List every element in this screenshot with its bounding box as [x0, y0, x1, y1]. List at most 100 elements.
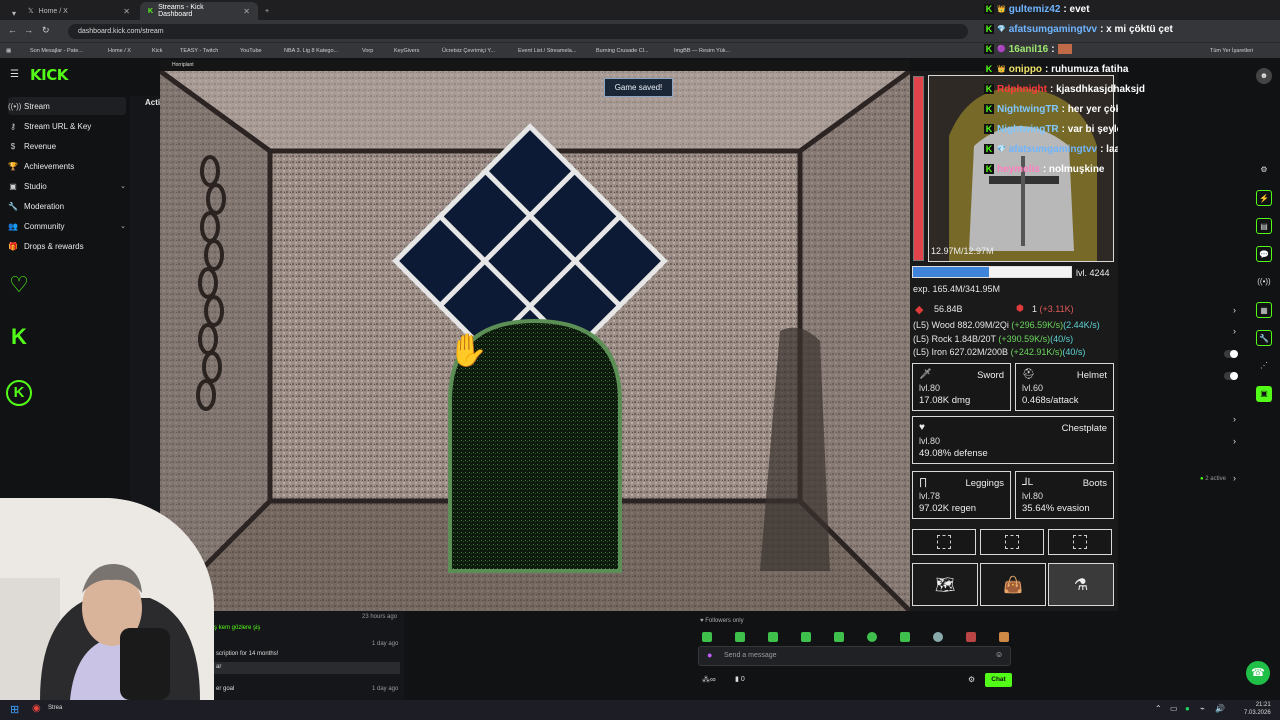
new-tab-button[interactable]: + — [260, 2, 274, 20]
emote-icon[interactable] — [933, 632, 943, 642]
chat-username[interactable]: gultemiz42 — [1009, 4, 1061, 15]
reload-icon[interactable]: ↻ — [42, 25, 50, 36]
bookmark-item[interactable]: KeyGivers — [394, 46, 419, 56]
volume-icon[interactable]: 🔊 — [1215, 704, 1225, 713]
chevron-right-icon[interactable]: › — [1233, 473, 1236, 483]
equip-helmet-card[interactable]: ⛑ Helmet lvl.60 0.468s/attack — [1015, 363, 1114, 411]
tab-home-x[interactable]: 𝕏 Home / X ✕ — [20, 2, 138, 20]
equip-chestplate-card[interactable]: ♥ Chestplate lvl.80 49.08% defense — [912, 416, 1114, 464]
sidebar-item-achievements[interactable]: 🏆 Achievements — [8, 157, 126, 175]
emote-icon[interactable] — [900, 632, 910, 642]
wrench-icon[interactable]: 🔧 — [1256, 330, 1272, 346]
emote-icon[interactable] — [801, 632, 811, 642]
sidebar-item-revenue[interactable]: $ Revenue — [8, 137, 126, 155]
apps-icon[interactable]: ▦ — [6, 46, 11, 56]
chat-username[interactable]: heymelis — [997, 164, 1040, 175]
sidebar-item-drops-rewards[interactable]: 🎁 Drops & rewards — [8, 237, 126, 255]
bookmark-item[interactable]: Kick — [152, 46, 162, 56]
emoji-icon[interactable]: ☺ — [995, 650, 1003, 659]
chat-username[interactable]: onippo — [1009, 64, 1042, 75]
kick-logo[interactable]: KICK — [30, 66, 68, 84]
close-icon[interactable]: ✕ — [243, 7, 250, 16]
bookmark-item[interactable]: Vorp — [362, 46, 373, 56]
kick-favicon-icon: K — [148, 7, 154, 15]
sidebar-item-moderation[interactable]: 🔧 Moderation — [8, 197, 126, 215]
sidebar-item-community[interactable]: 👥 Community ⌄ — [8, 217, 126, 235]
sidebar-item-stream[interactable]: ((•)) Stream — [8, 97, 126, 115]
avatar[interactable]: ☻ — [1256, 68, 1272, 84]
game-canvas[interactable]: ✋ — [160, 71, 910, 611]
emote-icon[interactable] — [768, 632, 778, 642]
emote-icon[interactable] — [834, 632, 844, 642]
sidebar-item-studio[interactable]: ▣ Studio ⌄ — [8, 177, 126, 195]
equip-sword-card[interactable]: 🗡 Sword lvl.80 17.08K dmg — [912, 363, 1011, 411]
close-icon[interactable]: ✕ — [123, 7, 130, 16]
tray-chevron-icon[interactable]: ⌃ — [1155, 704, 1162, 713]
equip-leggings-card[interactable]: ∏ Leggings lvl.78 97.02K regen — [912, 471, 1011, 519]
chat-bubble-icon[interactable]: 💬 — [1256, 246, 1272, 262]
gear-icon[interactable]: ⚙ — [968, 675, 975, 684]
chat-username[interactable]: 16anil16 — [1009, 44, 1048, 55]
share-icon[interactable]: ⋰ — [1256, 358, 1272, 374]
spotify-icon[interactable]: ● — [1185, 704, 1190, 713]
bookmark-item[interactable]: Burning Crusade Cl... — [596, 46, 649, 56]
green-plugin-icon[interactable]: ▣ — [1256, 386, 1272, 402]
bookmark-item[interactable]: YouTube — [240, 46, 262, 56]
sidebar-item-stream-url-key[interactable]: ⚷ Stream URL & Key — [8, 117, 126, 135]
chat-username[interactable]: NightwingTR — [997, 104, 1059, 115]
all-bookmarks[interactable]: Tüm Yer İşaretleri — [1210, 46, 1253, 56]
broadcast-icon: ((•)) — [8, 101, 22, 111]
chevron-right-icon[interactable]: › — [1233, 326, 1236, 336]
potion-button[interactable]: ⚗ — [1048, 563, 1114, 606]
chat-username[interactable]: afatsumgamingtvv — [1009, 24, 1097, 35]
chat-message-input[interactable]: Send a message — [698, 646, 1011, 666]
forward-icon[interactable]: → — [24, 25, 33, 35]
bookmark-item[interactable]: Ücretsiz Çevrimiçi Y... — [442, 46, 495, 56]
chevron-right-icon[interactable]: › — [1233, 414, 1236, 424]
hamburger-menu-icon[interactable]: ☰ — [10, 69, 19, 80]
empty-slot[interactable] — [980, 529, 1044, 555]
chat-username[interactable]: afatsumgamingtvv — [1009, 144, 1097, 155]
bookmark-item[interactable]: ImgBB — Resim Yük... — [674, 46, 730, 56]
chevron-right-icon[interactable]: › — [1233, 436, 1236, 446]
key-icon: ⚷ — [10, 121, 16, 131]
emote-icon[interactable] — [999, 632, 1009, 642]
emote-icon[interactable] — [735, 632, 745, 642]
empty-slot[interactable] — [1048, 529, 1112, 555]
map-button[interactable]: 🗺 — [912, 563, 978, 606]
bookmark-item[interactable]: Son Mesajlar - Pate... — [30, 46, 83, 56]
infinity-icon[interactable]: ⁂∞ — [702, 675, 716, 684]
bookmark-item[interactable]: Event List / Streamela... — [518, 46, 576, 56]
microphone-icon[interactable]: ● — [707, 650, 712, 660]
empty-slot[interactable] — [912, 529, 976, 555]
stack-icon[interactable]: ▦ — [1256, 302, 1272, 318]
url-input[interactable]: dashboard.kick.com/stream — [68, 24, 968, 39]
equip-boots-card[interactable]: ⅃L Boots lvl.80 35.64% evasion — [1015, 471, 1114, 519]
tab-kick-dashboard[interactable]: K Streams - Kick Dashboard ✕ — [140, 2, 258, 20]
toggle-switch[interactable] — [1224, 372, 1238, 380]
chat-username[interactable]: NightwingTR — [997, 124, 1059, 135]
clock[interactable]: 21:21 7.03.2026 — [1244, 701, 1271, 717]
toggle-switch[interactable] — [1224, 350, 1238, 358]
bookmark-item[interactable]: TEASY - Twitch — [180, 46, 218, 56]
chevron-right-icon[interactable]: › — [1233, 305, 1236, 315]
bookmark-item[interactable]: NBA 3. Lig 8 Katego... — [284, 46, 338, 56]
wifi-icon[interactable]: ⌁ — [1200, 704, 1205, 713]
emote-icon[interactable] — [867, 632, 877, 642]
taskbar-app-label[interactable]: Strea — [48, 705, 62, 711]
emote-icon[interactable] — [966, 632, 976, 642]
windows-start-icon[interactable]: ⊞ — [10, 703, 19, 716]
emote-icon[interactable] — [702, 632, 712, 642]
chat-send-button[interactable]: Chat — [985, 673, 1012, 687]
chrome-icon[interactable]: ◉ — [32, 703, 41, 714]
network-icon[interactable]: ▭ — [1170, 704, 1178, 713]
settings-icon[interactable]: ⚙ — [1256, 162, 1272, 178]
inventory-button[interactable]: 👜 — [980, 563, 1046, 606]
broadcast-icon[interactable]: ((•)) — [1256, 274, 1272, 290]
chat-username[interactable]: Rdphnight — [997, 84, 1047, 95]
document-icon[interactable]: ▤ — [1256, 218, 1272, 234]
lightning-icon[interactable]: ⚡ — [1256, 190, 1272, 206]
back-icon[interactable]: ← — [8, 25, 17, 35]
support-chat-button[interactable]: ☎ — [1246, 661, 1270, 685]
bookmark-item[interactable]: Home / X — [108, 46, 131, 56]
